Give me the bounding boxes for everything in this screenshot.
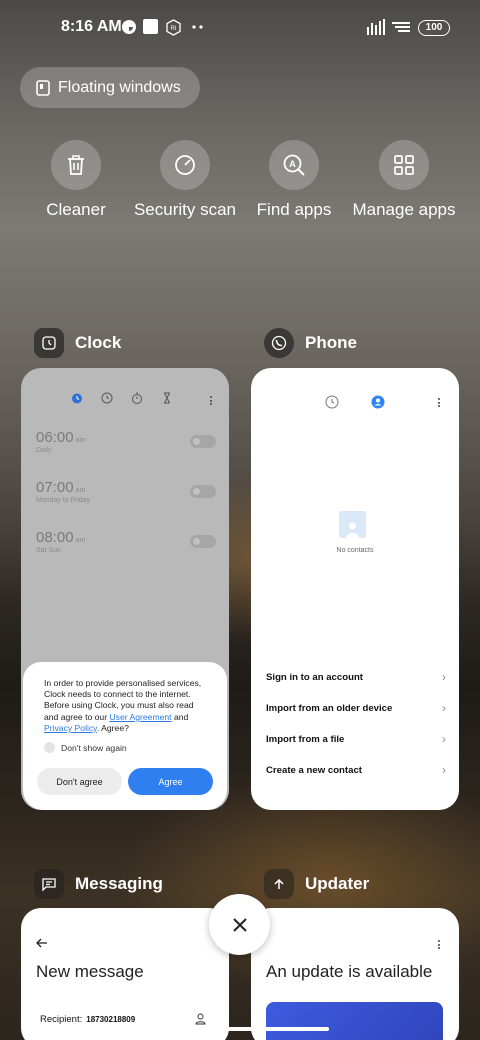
consent-text: In order to provide personalised service… [44,678,202,733]
manage-apps-icon [394,155,414,175]
updater-app-icon [274,878,284,889]
dont-show-checkbox[interactable] [44,742,55,754]
wifi-icon [392,22,410,32]
alarm-toggle[interactable] [190,435,216,448]
user-agreement-link[interactable]: User Agreement [109,712,171,722]
floating-windows-button[interactable]: Floating windows [20,67,200,108]
messaging-app-icon [42,878,56,891]
no-contacts-label: No contacts [336,547,374,554]
updater-more-icon[interactable] [438,940,441,951]
find-apps-icon: A [283,154,305,176]
updater-app-name: Updater [305,874,370,893]
alarm-ampm: am [75,537,86,544]
dont-agree-button[interactable]: Don't agree [37,768,122,795]
alarm-time: 08:00 [36,529,74,546]
app-notification-icon [122,20,136,34]
create-contact-option[interactable]: Create a new contact › [266,763,446,777]
recipient-number: 18730218809 [86,1015,136,1024]
timer-tab-icon[interactable] [161,392,173,404]
alarm-tab-icon[interactable] [71,392,83,404]
agree-button[interactable]: Agree [128,768,213,795]
status-bar: 8:16 AM RI 100 [0,0,480,56]
world-clock-tab-icon[interactable] [101,392,113,404]
alarm-repeat: Daily [36,447,52,454]
clock-app-name: Clock [75,333,122,352]
updater-app-card[interactable]: An update is available [251,908,459,1040]
clock-app-icon [42,336,56,350]
update-available-title: An update is available [266,962,433,981]
security-scan-label: Security scan [133,200,237,219]
alarm-row[interactable]: 07:00 am Monday to Friday [36,479,216,504]
clock-app-card[interactable]: 06:00 am Daily 07:00 am Monday to Friday 0… [21,368,229,810]
no-contacts-icon [339,511,366,538]
home-indicator[interactable] [151,1027,329,1031]
recipient-field[interactable]: Recipient: 18730218809 [40,1014,135,1025]
alarm-ampm: am [75,437,86,444]
chevron-right-icon: › [442,732,446,746]
stopwatch-tab-icon[interactable] [131,392,143,404]
quick-actions-panel: Cleaner Security scan A Find apps Manage… [20,120,460,260]
back-arrow-icon[interactable] [36,938,48,948]
security-scan-button[interactable]: Security scan [130,140,240,220]
alarm-time: 07:00 [36,479,74,496]
consent-dialog: In order to provide personalised service… [23,662,227,810]
contact-picker-icon[interactable] [195,1013,206,1025]
find-apps-button[interactable]: A Find apps [239,140,349,220]
phone-app-card[interactable]: No contacts Sign in to an account › Impor… [251,368,459,810]
chevron-right-icon: › [442,670,446,684]
chevron-right-icon: › [442,701,446,715]
phone-more-icon[interactable] [438,398,441,409]
dont-show-label: Don't show again [61,742,127,753]
manage-apps-label: Manage apps [352,200,456,219]
svg-text:RI: RI [171,26,177,32]
signal-icon [367,19,385,35]
alarm-row[interactable]: 06:00 am Daily [36,429,216,454]
messaging-app-header[interactable]: Messaging [34,869,163,899]
security-scan-icon [175,155,195,175]
dont-show-again-option[interactable]: Don't show again [44,742,209,754]
floating-windows-label: Floating windows [58,78,181,96]
alarm-repeat: Sat Sun [36,547,61,554]
floating-window-icon [36,79,50,96]
chevron-right-icon: › [442,763,446,777]
privacy-policy-link[interactable]: Privacy Policy [44,723,97,733]
update-banner-image [266,1002,443,1040]
close-all-button[interactable] [209,894,270,955]
phone-app-header[interactable]: Phone [264,328,357,358]
cleaner-label: Cleaner [46,200,106,219]
find-apps-label: Find apps [256,200,332,219]
clock-tabs [71,392,173,404]
trash-icon [68,155,84,175]
sign-in-option[interactable]: Sign in to an account › [266,670,446,684]
phone-app-name: Phone [305,333,357,352]
battery-icon: 100 [418,20,450,36]
phone-tabs [325,395,385,409]
messaging-app-name: Messaging [75,874,163,893]
updater-app-header[interactable]: Updater [264,869,369,899]
square-notification-icon [143,19,158,34]
contacts-tab-icon[interactable] [371,395,385,409]
phone-app-icon [271,335,287,351]
clock-app-header[interactable]: Clock [34,328,121,358]
close-icon [232,917,247,932]
alarm-toggle[interactable] [190,535,216,548]
more-dots-icon [192,25,203,29]
new-message-title: New message [36,962,144,981]
recents-tab-icon[interactable] [325,395,339,409]
alarm-repeat: Monday to Friday [36,497,91,504]
manage-apps-button[interactable]: Manage apps [349,140,459,220]
import-older-device-option[interactable]: Import from an older device › [266,701,446,715]
clock-more-icon[interactable] [210,396,213,407]
import-file-option[interactable]: Import from a file › [266,732,446,746]
alarm-ampm: am [75,487,86,494]
svg-text:A: A [289,159,296,169]
status-time: 8:16 AM [61,18,122,35]
messaging-app-card[interactable]: New message Recipient: 18730218809 [21,908,229,1040]
cleaner-button[interactable]: Cleaner [21,140,131,220]
ri-notification-icon: RI [166,19,181,36]
alarm-time: 06:00 [36,429,74,446]
alarm-row[interactable]: 08:00 am Sat Sun [36,529,216,554]
alarm-toggle[interactable] [190,485,216,498]
